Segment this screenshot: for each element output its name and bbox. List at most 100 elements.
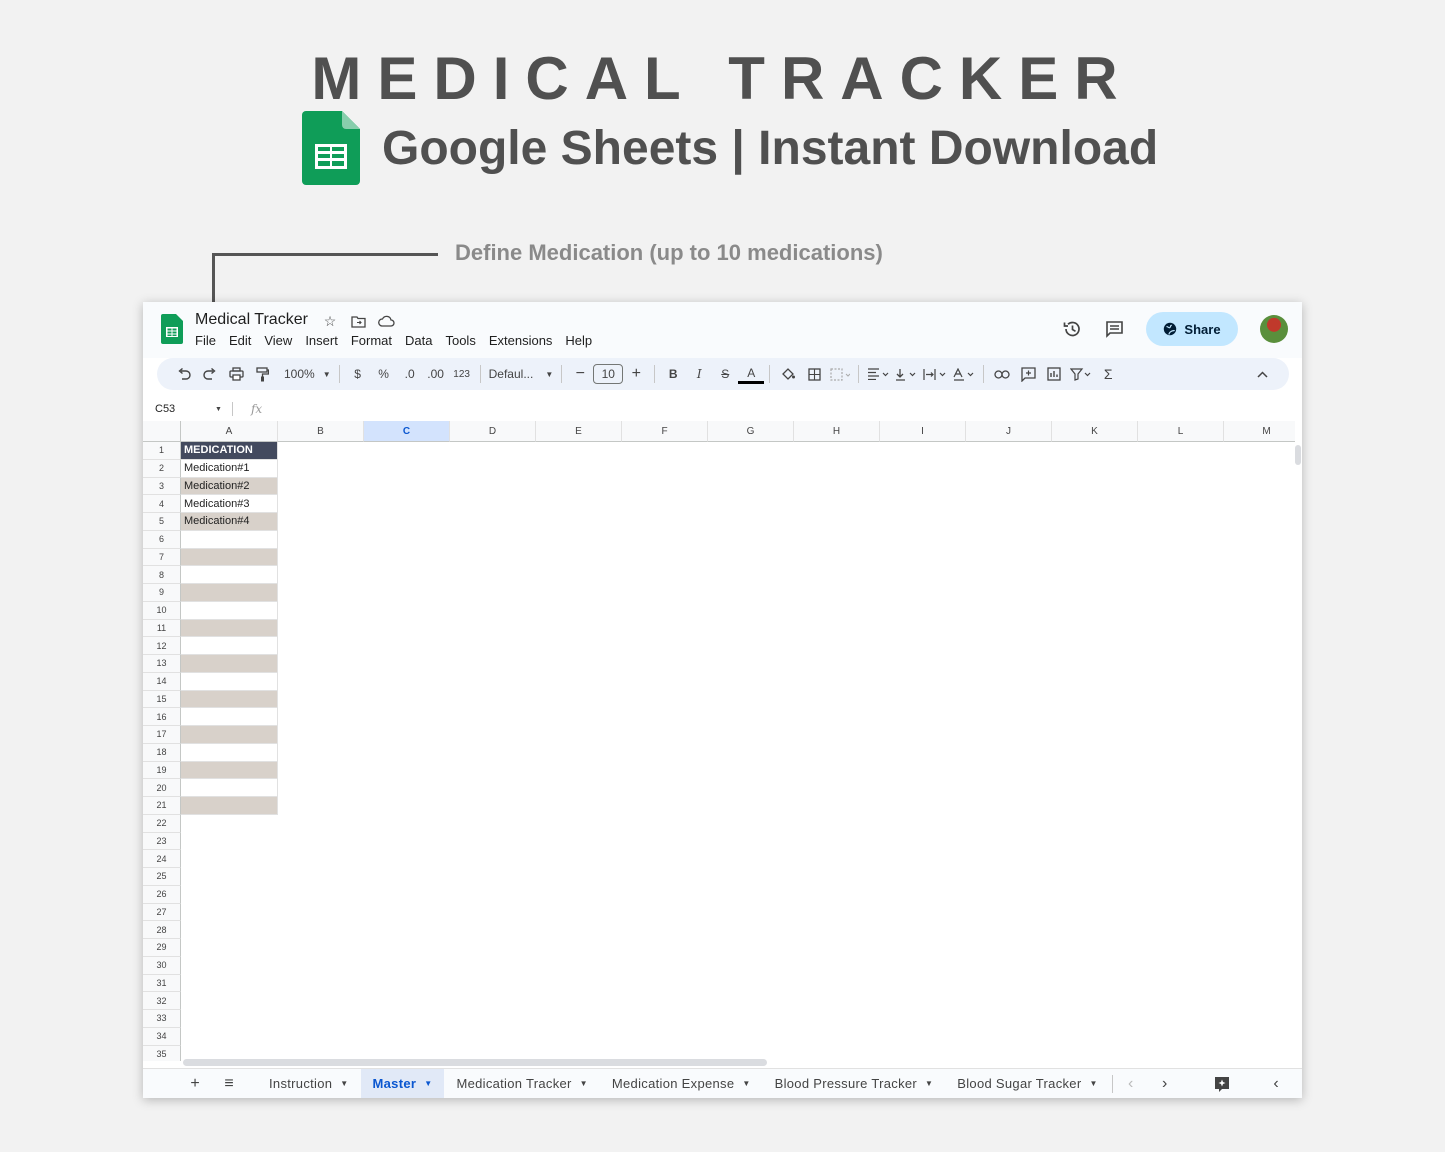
sheet-tab[interactable]: Blood Sugar Tracker ▼ (945, 1069, 1109, 1099)
menu-data[interactable]: Data (405, 333, 432, 348)
chevron-left-icon[interactable]: ‹ (1264, 1075, 1288, 1093)
row-header[interactable]: 13 (143, 655, 181, 673)
chevron-right-icon[interactable]: › (1153, 1075, 1177, 1093)
decrease-decimal-button[interactable]: .0 (397, 362, 423, 386)
medication-cell[interactable]: Medication#4 (181, 513, 278, 531)
medication-cell[interactable] (181, 566, 278, 584)
row-header[interactable]: 1 (143, 442, 181, 460)
menu-insert[interactable]: Insert (305, 333, 338, 348)
merge-cells-icon[interactable] (827, 362, 853, 386)
row-header[interactable]: 5 (143, 513, 181, 531)
row-header[interactable]: 19 (143, 761, 181, 780)
row-header[interactable]: 8 (143, 566, 181, 584)
medication-cell[interactable] (181, 743, 278, 762)
undo-icon[interactable] (171, 362, 197, 386)
empty-cell[interactable] (181, 886, 278, 904)
star-icon[interactable]: ☆ (321, 312, 339, 330)
document-title[interactable]: Medical Tracker (195, 311, 308, 329)
move-folder-icon[interactable] (349, 312, 367, 330)
medication-cell[interactable] (181, 761, 278, 780)
empty-cell[interactable] (181, 815, 278, 833)
sheets-logo-icon[interactable] (161, 314, 183, 344)
row-header[interactable]: 32 (143, 992, 181, 1010)
empty-cell[interactable] (181, 1010, 278, 1028)
empty-cell[interactable] (181, 992, 278, 1010)
text-wrapping-icon[interactable] (920, 362, 950, 386)
explore-icon[interactable] (1210, 1076, 1234, 1092)
row-header[interactable]: 17 (143, 726, 181, 744)
medication-cell[interactable] (181, 726, 278, 744)
sheet-tab[interactable]: Master ▼ (360, 1068, 445, 1098)
empty-cell[interactable] (181, 921, 278, 939)
sheet-tab[interactable]: Instruction ▼ (257, 1069, 361, 1099)
medication-cell[interactable] (181, 797, 278, 815)
medication-cell[interactable] (181, 655, 278, 673)
link-icon[interactable] (989, 362, 1015, 386)
medication-cell[interactable] (181, 690, 278, 709)
fill-color-icon[interactable] (775, 362, 801, 386)
medication-cell[interactable] (181, 708, 278, 726)
empty-cell[interactable] (181, 939, 278, 957)
share-button[interactable]: Share (1146, 312, 1238, 346)
functions-button[interactable]: Σ (1095, 362, 1121, 386)
medication-cell[interactable] (181, 601, 278, 620)
percent-format-button[interactable]: % (371, 362, 397, 386)
column-header[interactable]: A (181, 421, 278, 442)
font-size-input[interactable]: 10 (593, 364, 624, 384)
text-color-button[interactable]: A (738, 364, 765, 384)
empty-cell[interactable] (181, 868, 278, 886)
horizontal-align-icon[interactable] (864, 362, 892, 386)
menu-tools[interactable]: Tools (445, 333, 475, 348)
all-sheets-icon[interactable]: ≡ (217, 1075, 241, 1093)
column-header[interactable]: K (1052, 421, 1138, 442)
row-header[interactable]: 21 (143, 797, 181, 815)
avatar[interactable] (1260, 315, 1288, 343)
sheet-tab[interactable]: Medication Expense ▼ (600, 1069, 763, 1099)
column-header[interactable]: H (794, 421, 880, 442)
cloud-icon[interactable] (377, 312, 395, 330)
menu-format[interactable]: Format (351, 333, 392, 348)
column-header[interactable]: L (1138, 421, 1224, 442)
font-select[interactable]: Defaul... ▼ (486, 362, 557, 386)
row-header[interactable]: 26 (143, 885, 181, 904)
medication-cell[interactable]: Medication#2 (181, 477, 278, 496)
medication-cell[interactable] (181, 672, 278, 691)
chevron-up-icon[interactable] (1249, 362, 1275, 386)
column-header[interactable]: C (364, 421, 450, 442)
medication-cell[interactable]: Medication#1 (181, 459, 278, 478)
row-header[interactable]: 25 (143, 868, 181, 886)
bold-button[interactable]: B (660, 362, 686, 386)
empty-cell[interactable] (181, 850, 278, 868)
minus-icon[interactable]: − (567, 362, 593, 386)
paint-format-icon[interactable] (249, 362, 275, 386)
menu-help[interactable]: Help (565, 333, 592, 348)
medication-cell[interactable] (181, 637, 278, 655)
row-header[interactable]: 30 (143, 956, 181, 975)
row-header[interactable]: 7 (143, 548, 181, 567)
chevron-down-icon[interactable]: ▼ (340, 1079, 348, 1088)
row-header[interactable]: 34 (143, 1027, 181, 1046)
row-header[interactable]: 2 (143, 459, 181, 478)
row-header[interactable]: 16 (143, 708, 181, 726)
chevron-down-icon[interactable]: ▼ (1089, 1079, 1097, 1088)
chevron-down-icon[interactable]: ▼ (580, 1079, 588, 1088)
empty-cell[interactable] (181, 975, 278, 993)
row-header[interactable]: 18 (143, 743, 181, 762)
empty-cell[interactable] (181, 833, 278, 851)
column-header[interactable]: F (622, 421, 708, 442)
row-header[interactable]: 35 (143, 1045, 181, 1061)
menu-file[interactable]: File (195, 333, 216, 348)
row-header[interactable]: 4 (143, 495, 181, 513)
redo-icon[interactable] (197, 362, 223, 386)
menu-extensions[interactable]: Extensions (489, 333, 553, 348)
menu-view[interactable]: View (264, 333, 292, 348)
row-header[interactable]: 11 (143, 619, 181, 638)
select-all-corner[interactable] (143, 421, 181, 442)
currency-format-button[interactable]: $ (345, 362, 371, 386)
column-header[interactable]: I (880, 421, 966, 442)
medication-cell[interactable] (181, 530, 278, 549)
add-sheet-icon[interactable]: + (183, 1075, 207, 1093)
insert-chart-icon[interactable] (1041, 362, 1067, 386)
row-header[interactable]: 3 (143, 477, 181, 496)
medication-cell[interactable] (181, 584, 278, 602)
